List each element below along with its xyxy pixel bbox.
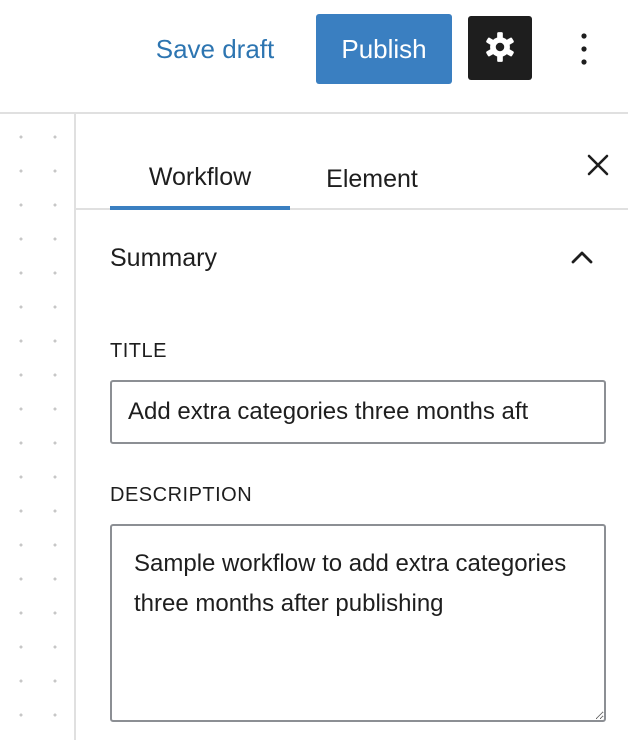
editor-header: Save draft Publish (0, 0, 628, 114)
description-textarea[interactable]: Sample workflow to add extra categories … (110, 524, 606, 722)
gear-icon (483, 30, 517, 67)
panel-title: Summary (110, 244, 217, 272)
settings-sidebar: Workflow Element Summary TITLE Add extra… (74, 114, 628, 740)
collapse-panel-button[interactable] (562, 238, 602, 278)
editor-app: Save draft Publish Workflow Element Summ… (0, 0, 628, 740)
close-sidebar-button[interactable] (576, 144, 620, 188)
tab-workflow[interactable]: Workflow (110, 114, 290, 210)
title-input[interactable] (110, 380, 606, 444)
sidebar-tabs: Workflow Element (76, 114, 628, 210)
close-icon (586, 153, 610, 180)
save-draft-button[interactable]: Save draft (140, 14, 290, 84)
publish-button[interactable]: Publish (316, 14, 452, 84)
more-options-button[interactable] (560, 22, 608, 78)
editor-canvas (0, 116, 74, 740)
description-label: DESCRIPTION (110, 484, 253, 506)
summary-panel-header[interactable]: Summary (76, 210, 628, 310)
tab-element[interactable]: Element (298, 114, 446, 210)
settings-button[interactable] (468, 16, 532, 80)
vertical-ellipsis-icon (580, 32, 588, 69)
chevron-up-icon (570, 249, 594, 268)
title-label: TITLE (110, 340, 167, 362)
